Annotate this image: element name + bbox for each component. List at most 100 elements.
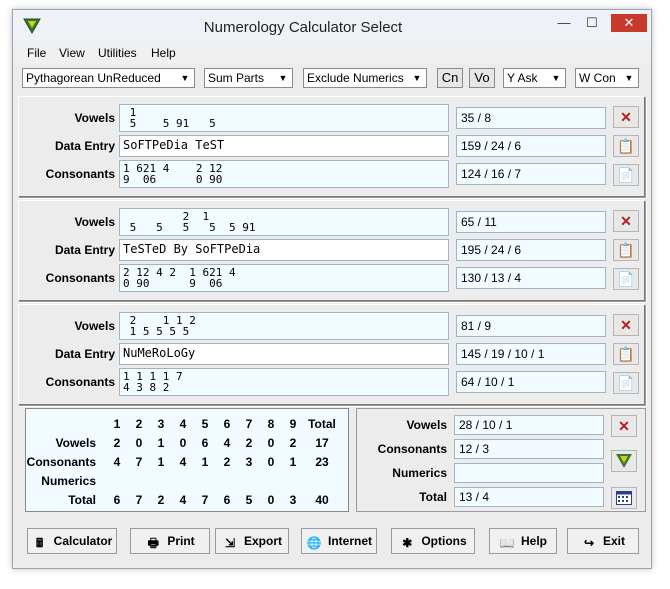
grid-cell: 2: [223, 455, 231, 469]
clear-icon[interactable]: ✕: [613, 314, 639, 336]
paste-icon[interactable]: 📄: [613, 268, 639, 290]
export-button[interactable]: ⇲ Export: [215, 528, 289, 554]
logo-button-icon[interactable]: [611, 450, 637, 472]
grid-cell: 1: [157, 455, 165, 469]
minimize-icon[interactable]: —: [551, 14, 577, 32]
vowels-result: 81 / 9: [456, 315, 606, 337]
consonants-label: Consonants: [45, 375, 115, 389]
sum-mode-select[interactable]: Sum Parts ▼: [204, 68, 293, 88]
close-window-icon[interactable]: ✕: [611, 14, 647, 32]
summary-total-value: 13 / 4: [454, 487, 604, 507]
entry-panel-2: Vowels 2 1 5 5 5 5 5 91 65 / 11 ✕ Data E…: [18, 200, 646, 302]
grid-header: 7: [245, 417, 253, 431]
grid-cell: 2: [289, 436, 297, 450]
data-entry-input[interactable]: SoFTPeDia TeST: [119, 135, 449, 157]
exit-button[interactable]: ↪ Exit: [567, 528, 639, 554]
options-icon: ✱: [402, 536, 413, 550]
summary-numerics-value: [454, 463, 604, 483]
cn-button[interactable]: Cn: [437, 68, 463, 88]
grid-cell: 1: [201, 455, 209, 469]
grid-cell: 7: [135, 455, 143, 469]
data-entry-label: Data Entry: [54, 139, 115, 153]
grid-row-label: Vowels: [55, 436, 96, 450]
entry-result: 145 / 19 / 10 / 1: [456, 343, 606, 365]
summary-numerics-label: Numerics: [392, 466, 447, 480]
menu-help[interactable]: Help: [151, 46, 176, 60]
grid-cell: 6: [223, 493, 231, 507]
vowels-label: Vowels: [74, 111, 115, 125]
grid-cell: 3: [245, 455, 253, 469]
exit-icon: ↪: [583, 536, 595, 550]
grid-cell: 6: [201, 436, 209, 450]
chevron-down-icon: ▼: [624, 73, 634, 83]
globe-icon: 🌐: [306, 536, 322, 550]
y-mode-select[interactable]: Y Ask ▼: [503, 68, 566, 88]
data-entry-input[interactable]: NuMeRoLoGy: [119, 343, 449, 365]
grid-row-label: Numerics: [41, 474, 96, 488]
clear-icon[interactable]: ✕: [613, 210, 639, 232]
menu-view[interactable]: View: [59, 46, 85, 60]
consonants-result: 130 / 13 / 4: [456, 267, 606, 289]
summary-vowels-label: Vowels: [406, 418, 447, 432]
options-button[interactable]: ✱ Options: [391, 528, 475, 554]
grid-cell: 5: [245, 493, 253, 507]
grid-cell: 4: [179, 455, 187, 469]
grid-row-label: Total: [68, 493, 96, 507]
vowels-digits: 1 5 5 91 5: [119, 104, 449, 132]
clear-icon[interactable]: ✕: [613, 106, 639, 128]
vo-button[interactable]: Vo: [469, 68, 495, 88]
data-entry-label: Data Entry: [54, 243, 115, 257]
print-button[interactable]: 🖶 Print: [130, 528, 210, 554]
grid-cell: 0: [267, 493, 275, 507]
vowels-label: Vowels: [74, 215, 115, 229]
calculator-button[interactable]: 🖩 Calculator: [27, 528, 117, 554]
grid-cell: 1: [289, 455, 297, 469]
grid-cell: 1: [157, 436, 165, 450]
grid-cell: 0: [267, 436, 275, 450]
toolbar: Pythagorean UnReduced ▼ Sum Parts ▼ Excl…: [13, 64, 651, 94]
w-mode-select[interactable]: W Con ▼: [575, 68, 639, 88]
chevron-down-icon: ▼: [551, 73, 561, 83]
entry-result: 195 / 24 / 6: [456, 239, 606, 261]
menu-file[interactable]: File: [27, 46, 46, 60]
window-title: Numerology Calculator Select: [203, 19, 403, 36]
grid-header: 2: [135, 417, 143, 431]
consonants-result: 64 / 10 / 1: [456, 371, 606, 393]
paste-icon[interactable]: 📄: [613, 372, 639, 394]
numerics-select[interactable]: Exclude Numerics ▼: [303, 68, 427, 88]
consonants-digits: 2 12 4 2 1 621 4 0 90 9 06: [119, 264, 449, 292]
grid-cell: 4: [179, 493, 187, 507]
vowels-digits: 2 1 5 5 5 5 5 91: [119, 208, 449, 236]
paste-icon[interactable]: 📄: [613, 164, 639, 186]
summary-total-label: Total: [419, 490, 447, 504]
grid-cell: 6: [113, 493, 121, 507]
maximize-icon[interactable]: ☐: [579, 14, 605, 32]
grid-cell: 2: [245, 436, 253, 450]
data-entry-input[interactable]: TeSTeD By SoFTPeDia: [119, 239, 449, 261]
w-mode-value: W Con: [579, 71, 616, 85]
menu-utilities[interactable]: Utilities: [98, 46, 137, 60]
calculator-icon: 🖩: [36, 536, 44, 550]
y-mode-value: Y Ask: [507, 71, 538, 85]
grid-cell-total: 23: [315, 455, 329, 469]
copy-icon[interactable]: 📋: [613, 239, 639, 261]
clear-all-icon[interactable]: ✕: [611, 415, 637, 437]
entry-result: 159 / 24 / 6: [456, 135, 606, 157]
grid-cell: 0: [135, 436, 143, 450]
copy-icon[interactable]: 📋: [613, 135, 639, 157]
summary-vowels-value: 28 / 10 / 1: [454, 415, 604, 435]
consonants-label: Consonants: [45, 167, 115, 181]
system-select-value: Pythagorean UnReduced: [26, 71, 161, 85]
system-select[interactable]: Pythagorean UnReduced ▼: [22, 68, 195, 88]
internet-button[interactable]: 🌐 Internet: [301, 528, 377, 554]
summary-consonants-label: Consonants: [377, 442, 447, 456]
sum-mode-value: Sum Parts: [208, 71, 265, 85]
help-button[interactable]: 📖 Help: [489, 528, 557, 554]
copy-icon[interactable]: 📋: [613, 343, 639, 365]
entry-panel-3: Vowels 2 1 1 2 1 5 5 5 5 81 / 9 ✕ Data E…: [18, 304, 646, 406]
consonants-label: Consonants: [45, 271, 115, 285]
vowels-digits: 2 1 1 2 1 5 5 5 5: [119, 312, 449, 340]
grid-cell: 2: [113, 436, 121, 450]
calendar-icon[interactable]: [611, 487, 637, 509]
grid-cell-total: 40: [315, 493, 329, 507]
